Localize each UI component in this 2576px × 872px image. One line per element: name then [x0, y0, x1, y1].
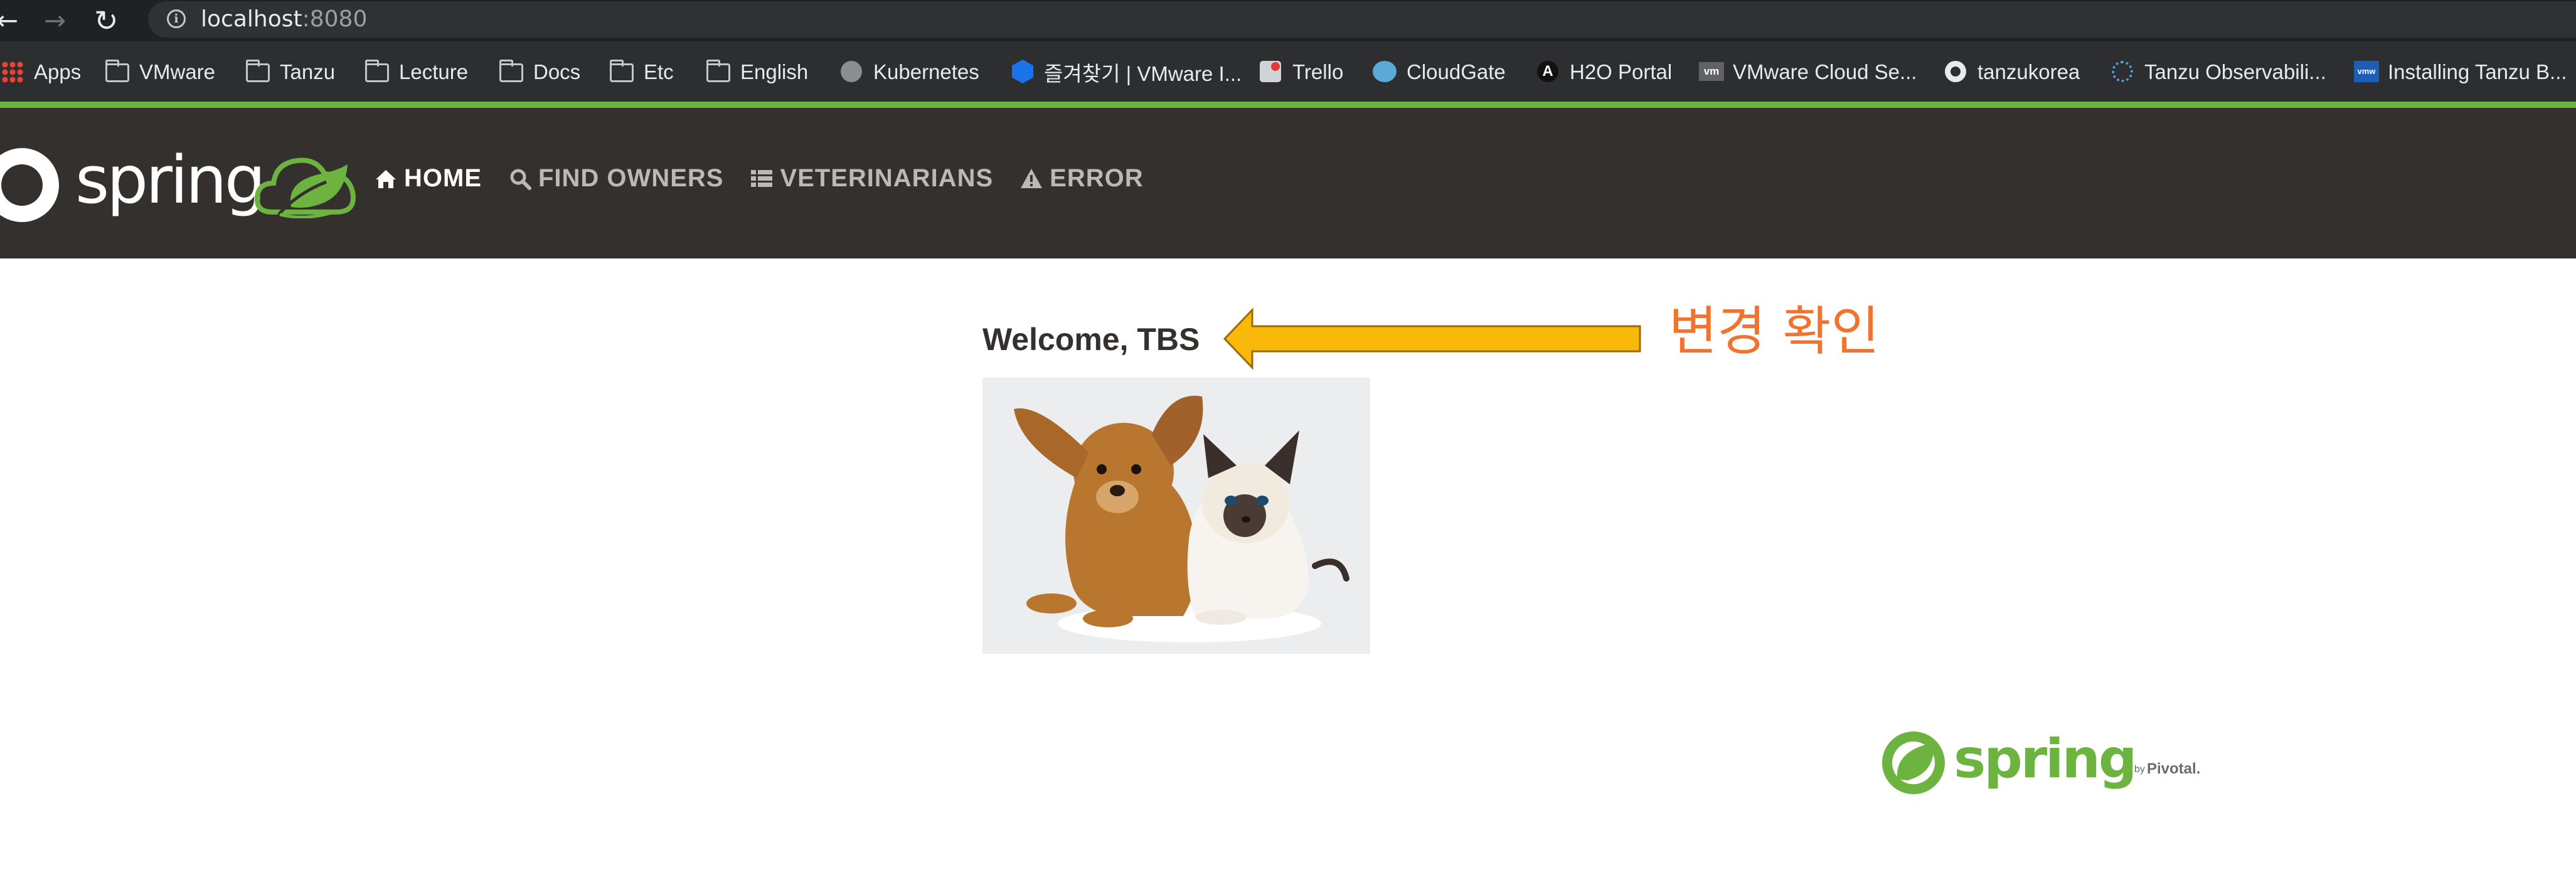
annotation-text: 변경 확인 [1669, 300, 1880, 362]
bookmark-h2o-portal[interactable]: A H2O Portal [1536, 55, 1672, 89]
spring-leaf-logo-icon [0, 148, 59, 222]
nav-home[interactable]: HOME [374, 164, 482, 193]
footer-logo-text: spring [1954, 728, 2137, 790]
forward-arrow-icon[interactable]: → [44, 4, 66, 38]
bookmark-lecture[interactable]: Lecture [365, 55, 468, 89]
vmw-icon: vmw [2354, 60, 2379, 85]
footer-by-text: by [2134, 764, 2145, 775]
folder-icon [706, 60, 732, 85]
vm-icon: vm [1699, 60, 1724, 85]
bookmark-vmware[interactable]: VMware [105, 55, 215, 89]
pets-image [982, 378, 1370, 654]
bookmark-vmware-favorites[interactable]: 즐겨찾기 | VMware I... [1010, 55, 1242, 89]
bookmark-trello[interactable]: Trello [1259, 55, 1343, 89]
bookmark-installing-tanzu[interactable]: vmw Installing Tanzu B... [2354, 55, 2567, 89]
globe-icon [839, 60, 865, 85]
h2o-icon: A [1536, 60, 1561, 85]
bookmark-tanzu-observability[interactable]: Tanzu Observabili... [2110, 55, 2326, 89]
trello-icon [1259, 60, 1284, 85]
folder-icon [365, 60, 390, 85]
reload-icon[interactable]: ↻ [94, 4, 119, 38]
bookmark-cloudgate[interactable]: CloudGate [1373, 55, 1506, 89]
cloud-leaf-logo-icon [254, 157, 356, 218]
bookmarks-bar: Apps VMware Tanzu Lecture Docs Etc Engli… [0, 41, 2576, 102]
app-navbar: spring HOME FIND OWNERS VETERINARIANS ER… [0, 108, 2576, 258]
folder-icon [610, 60, 635, 85]
apps-grid-icon [0, 60, 25, 85]
url-field[interactable]: i localhost:8080 [148, 1, 2576, 38]
nav-veterinarians[interactable]: VETERINARIANS [750, 164, 993, 193]
bookmark-tanzu[interactable]: Tanzu [246, 55, 335, 89]
bookmark-vmware-cloud[interactable]: vm VMware Cloud Se... [1699, 55, 1917, 89]
vmware-hex-icon [1010, 60, 1035, 85]
tanzu-ring-icon [2110, 60, 2136, 85]
main-menu: HOME FIND OWNERS VETERINARIANS ERROR [374, 164, 1170, 193]
github-icon [1944, 60, 1969, 85]
home-icon [376, 169, 396, 188]
cloudgate-icon [1373, 60, 1398, 85]
url-text: localhost:8080 [201, 6, 368, 32]
bookmark-tanzukorea[interactable]: tanzukorea [1944, 55, 2080, 89]
folder-icon [499, 60, 524, 85]
footer-spring-by-pivotal-logo: spring by Pivotal. [1880, 725, 2218, 800]
accent-stripe [0, 102, 2576, 108]
folder-icon [105, 60, 130, 85]
spring-leaf-icon [1882, 731, 1945, 794]
footer-pivotal-text: Pivotal. [2147, 760, 2201, 777]
site-info-icon[interactable]: i [167, 9, 186, 28]
welcome-heading: Welcome, TBS [982, 322, 1200, 357]
folder-icon [246, 60, 271, 85]
left-arrow-annotation-icon [1223, 307, 1641, 370]
list-icon [751, 169, 773, 187]
search-icon [510, 169, 531, 190]
back-arrow-icon[interactable]: ← [0, 4, 18, 38]
nav-error[interactable]: ERROR [1019, 164, 1143, 193]
bookmark-docs[interactable]: Docs [499, 55, 580, 89]
browser-address-bar: ← → ↻ i localhost:8080 [0, 0, 2576, 41]
brand-logo[interactable]: spring [75, 146, 266, 215]
bookmark-apps[interactable]: Apps [0, 55, 81, 89]
nav-find-owners[interactable]: FIND OWNERS [508, 164, 723, 193]
bookmark-kubernetes[interactable]: Kubernetes [839, 55, 979, 89]
warning-icon [1021, 168, 1043, 188]
bookmark-english[interactable]: English [706, 55, 808, 89]
bookmark-etc[interactable]: Etc [610, 55, 674, 89]
